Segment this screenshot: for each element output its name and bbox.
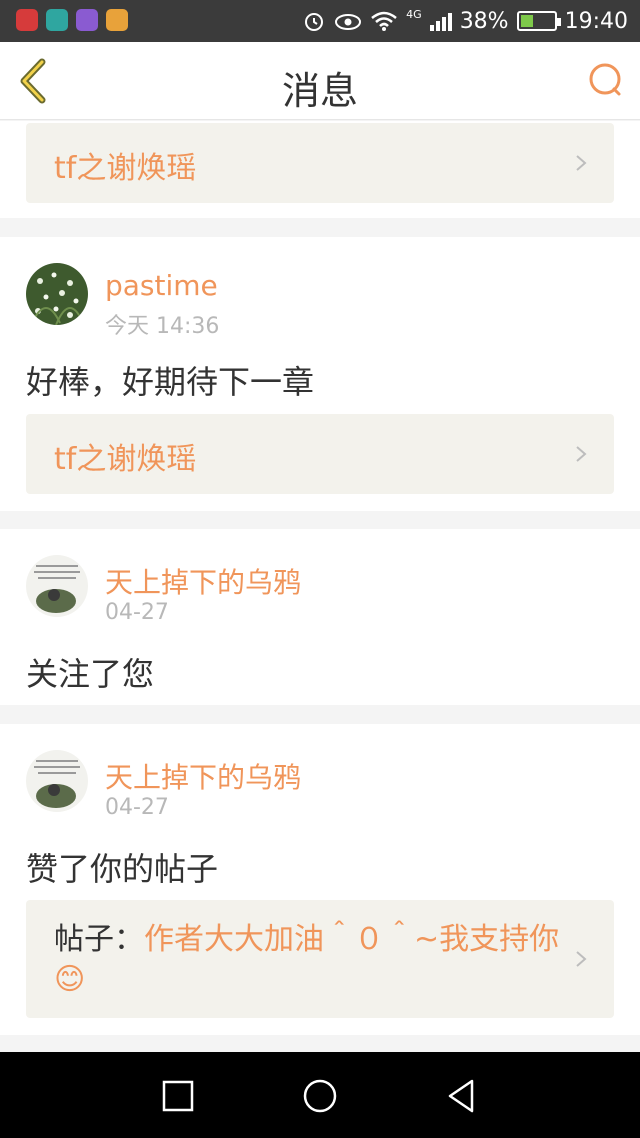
home-icon[interactable]	[300, 1076, 340, 1116]
message-card: 天上掉下的乌鸦 04-27 关注了您	[0, 529, 640, 705]
post-label: 帖子：	[54, 922, 144, 957]
username[interactable]: pastime	[105, 269, 218, 302]
chevron-right-icon	[576, 446, 587, 462]
avatar[interactable]	[26, 750, 88, 812]
message-text: 赞了你的帖子	[26, 850, 219, 888]
wifi-icon	[371, 11, 397, 31]
message-card: tf之谢焕瑶	[0, 121, 640, 218]
search-icon[interactable]	[586, 60, 626, 100]
page-title: 消息	[281, 69, 358, 113]
timestamp: 今天 14:36	[105, 314, 220, 339]
post-preview: 帖子：作者大大加油＾０＾~我支持你😊	[54, 920, 574, 1000]
network-type: 4G	[406, 8, 422, 21]
signal-icon	[429, 11, 452, 31]
notification-icons	[16, 9, 128, 31]
source-link[interactable]: tf之谢焕瑶	[26, 414, 614, 494]
username[interactable]: 天上掉下的乌鸦	[105, 561, 301, 601]
system-nav-bar	[0, 1052, 640, 1138]
username[interactable]: 天上掉下的乌鸦	[105, 756, 301, 796]
app-notification-icon	[46, 9, 68, 31]
source-link-label: tf之谢焕瑶	[54, 442, 197, 477]
source-link[interactable]: tf之谢焕瑶	[26, 123, 614, 203]
avatar[interactable]	[26, 555, 88, 617]
source-link-label: tf之谢焕瑶	[54, 151, 197, 186]
message-card: 天上掉下的乌鸦 04-27 赞了你的帖子 帖子：作者大大加油＾０＾~我支持你😊	[0, 724, 640, 1035]
timestamp: 04-27	[105, 795, 169, 820]
battery-icon	[516, 11, 561, 31]
app-header: 消息	[0, 42, 640, 120]
chevron-right-icon	[576, 951, 587, 967]
app-notification-icon	[76, 9, 98, 31]
app-notification-icon	[16, 9, 38, 31]
avatar[interactable]	[26, 263, 88, 325]
message-text: 好棒，好期待下一章	[26, 363, 315, 401]
message-text: 关注了您	[26, 655, 155, 693]
message-card: pastime 今天 14:36 好棒，好期待下一章 tf之谢焕瑶	[0, 237, 640, 511]
alarm-icon	[305, 13, 324, 31]
clock: 19:40	[564, 8, 628, 34]
eye-icon	[335, 14, 362, 30]
weibo-icon	[106, 9, 128, 31]
status-indicators: 4G 38% 19:40	[302, 6, 628, 36]
back-icon[interactable]	[442, 1076, 482, 1116]
status-bar: 4G 38% 19:40	[0, 0, 640, 42]
battery-percent: 38%	[459, 8, 509, 34]
recent-apps-icon[interactable]	[158, 1076, 198, 1116]
timestamp: 04-27	[105, 600, 169, 625]
chevron-right-icon	[576, 155, 587, 171]
post-link[interactable]: 帖子：作者大大加油＾０＾~我支持你😊	[26, 900, 614, 1018]
